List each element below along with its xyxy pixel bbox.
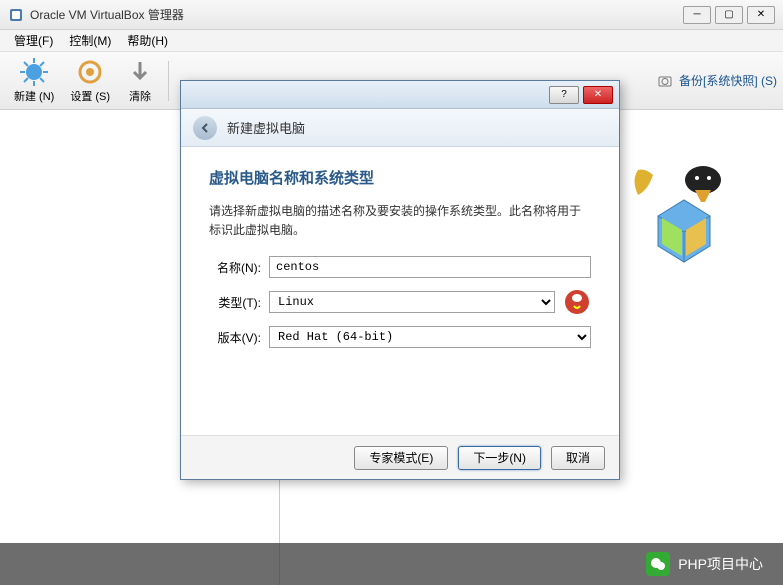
menu-file[interactable]: 管理(F) bbox=[6, 30, 61, 51]
new-button[interactable]: 新建 (N) bbox=[6, 56, 62, 106]
settings-label: 设置 (S) bbox=[70, 88, 110, 104]
version-label: 版本(V): bbox=[209, 329, 269, 346]
window-title: Oracle VM VirtualBox 管理器 bbox=[30, 6, 683, 23]
arrow-down-icon bbox=[126, 58, 154, 86]
dialog-header-text: 新建虚拟电脑 bbox=[227, 118, 305, 137]
camera-icon bbox=[657, 73, 673, 89]
window-titlebar: Oracle VM VirtualBox 管理器 ─ ▢ ✕ bbox=[0, 0, 783, 30]
dialog-title: 虚拟电脑名称和系统类型 bbox=[209, 167, 591, 188]
gear-icon bbox=[76, 58, 104, 86]
menubar: 管理(F) 控制(M) 帮助(H) bbox=[0, 30, 783, 52]
type-label: 类型(T): bbox=[209, 294, 269, 311]
snapshot-label[interactable]: 备份[系统快照] (S) bbox=[679, 72, 777, 89]
new-vm-dialog: ? ✕ 新建虚拟电脑 虚拟电脑名称和系统类型 请选择新虚拟电脑的描述名称及要安装… bbox=[180, 80, 620, 480]
dialog-close-button[interactable]: ✕ bbox=[583, 86, 613, 104]
wechat-icon bbox=[646, 552, 670, 576]
dialog-header: 新建虚拟电脑 bbox=[181, 109, 619, 147]
linux-icon bbox=[563, 288, 591, 316]
app-icon bbox=[8, 7, 24, 23]
discard-label: 清除 bbox=[129, 88, 151, 104]
next-button[interactable]: 下一步(N) bbox=[458, 446, 541, 470]
name-label: 名称(N): bbox=[209, 259, 269, 276]
menu-control[interactable]: 控制(M) bbox=[61, 30, 119, 51]
close-button[interactable]: ✕ bbox=[747, 6, 775, 24]
sun-icon bbox=[20, 58, 48, 86]
settings-button[interactable]: 设置 (S) bbox=[62, 56, 118, 106]
toolbar-separator bbox=[168, 61, 169, 101]
menu-help[interactable]: 帮助(H) bbox=[119, 30, 176, 51]
dialog-description: 请选择新虚拟电脑的描述名称及要安装的操作系统类型。此名称将用于标识此虚拟电脑。 bbox=[209, 202, 591, 240]
type-select[interactable]: Linux bbox=[269, 291, 555, 313]
cancel-button[interactable]: 取消 bbox=[551, 446, 605, 470]
name-input[interactable] bbox=[269, 256, 591, 278]
expert-mode-button[interactable]: 专家模式(E) bbox=[354, 446, 448, 470]
watermark-text: PHP项目中心 bbox=[678, 554, 763, 574]
minimize-button[interactable]: ─ bbox=[683, 6, 711, 24]
version-select[interactable]: Red Hat (64-bit) bbox=[269, 326, 591, 348]
discard-button[interactable]: 清除 bbox=[118, 56, 162, 106]
dialog-titlebar: ? ✕ bbox=[181, 81, 619, 109]
watermark-bar: PHP项目中心 bbox=[0, 543, 783, 585]
maximize-button[interactable]: ▢ bbox=[715, 6, 743, 24]
new-label: 新建 (N) bbox=[14, 88, 54, 104]
arrow-left-icon bbox=[199, 122, 211, 134]
virtualbox-logo bbox=[623, 160, 743, 275]
help-button[interactable]: ? bbox=[549, 86, 579, 104]
back-button[interactable] bbox=[193, 116, 217, 140]
